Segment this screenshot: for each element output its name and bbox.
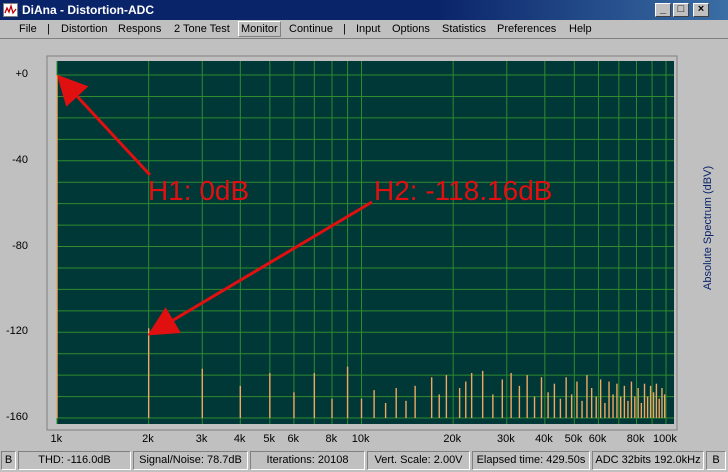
menu-help[interactable]: Help xyxy=(569,23,592,35)
x-tick-label: 100k xyxy=(653,433,677,445)
y-tick-label: -40 xyxy=(12,153,28,166)
status-vert-scale: Vert. Scale: 2.00V xyxy=(367,451,470,470)
status-iterations: Iterations: 20108 xyxy=(250,451,365,470)
menu-separator: | xyxy=(343,23,346,35)
status-adc: ADC 32bits 192.0kHz xyxy=(592,451,704,470)
status-b-left: B xyxy=(1,451,16,470)
spectrum-chart: +0 -40 -80 -120 -160 1k 2k 3k 4k 5k 6k 8k 10k 20k 30k… xyxy=(0,40,728,448)
menu-options[interactable]: Options xyxy=(392,23,430,35)
menu-bar: File | Distortion Respons 2 Tone Test Mo… xyxy=(0,20,728,39)
x-tick-label: 3k xyxy=(195,433,208,445)
x-tick-label: 50k xyxy=(564,433,583,445)
x-tick-label: 4k xyxy=(233,433,246,445)
x-tick-label: 5k xyxy=(263,433,275,445)
status-thd: THD: -116.0dB xyxy=(18,451,131,470)
menu-two-tone-test[interactable]: 2 Tone Test xyxy=(174,23,230,35)
maximize-icon: □ xyxy=(677,3,685,15)
minimize-button[interactable]: _ xyxy=(655,3,671,17)
annotation-label: H2: -118.16dB xyxy=(374,175,553,206)
menu-preferences[interactable]: Preferences xyxy=(497,23,556,35)
app-icon[interactable] xyxy=(3,3,18,17)
y-tick-label: -160 xyxy=(5,411,28,423)
close-icon: × xyxy=(697,3,705,15)
menu-file[interactable]: File xyxy=(19,23,37,35)
menu-monitor[interactable]: Monitor xyxy=(238,21,281,37)
title-bar: DiAna - Distortion-ADC _ □ × xyxy=(0,0,728,20)
menu-respons[interactable]: Respons xyxy=(118,23,161,35)
x-tick-label: 2k xyxy=(142,433,154,445)
window-title: DiAna - Distortion-ADC xyxy=(22,3,154,17)
x-tick-label: 10k xyxy=(351,433,370,445)
minimize-icon: _ xyxy=(659,3,667,15)
status-bar: B THD: -116.0dB Signal/Noise: 78.7dB Ite… xyxy=(0,450,728,472)
status-b-right: B xyxy=(706,451,726,470)
annotation-label: H1: 0dB xyxy=(148,175,250,206)
status-signal-noise: Signal/Noise: 78.7dB xyxy=(133,451,248,470)
y-tick-label: -120 xyxy=(5,325,28,338)
menu-separator: | xyxy=(47,23,50,35)
menu-statistics[interactable]: Statistics xyxy=(442,23,486,35)
x-tick-label: 30k xyxy=(497,433,515,445)
x-tick-label: 8k xyxy=(325,433,338,445)
y-tick-label: -80 xyxy=(12,239,28,252)
x-tick-label: 40k xyxy=(535,433,553,445)
menu-distortion[interactable]: Distortion xyxy=(61,23,107,35)
x-tick-label: 1k xyxy=(50,433,63,445)
x-tick-label: 20k xyxy=(443,433,462,445)
plot-background xyxy=(57,61,674,424)
status-elapsed-time: Elapsed time: 429.50s xyxy=(472,451,590,470)
maximize-button[interactable]: □ xyxy=(673,3,689,17)
x-tick-label: 60k xyxy=(588,433,607,445)
menu-input[interactable]: Input xyxy=(356,23,380,35)
menu-continue[interactable]: Continue xyxy=(289,23,333,35)
y-tick-label: +0 xyxy=(15,68,28,80)
x-tick-label: 80k xyxy=(626,433,645,445)
close-button[interactable]: × xyxy=(693,3,709,17)
x-tick-label: 6k xyxy=(287,433,300,445)
y-axis-label: Absolute Spectrum (dBV) xyxy=(702,165,714,290)
spectrum-plot-svg xyxy=(46,55,678,431)
